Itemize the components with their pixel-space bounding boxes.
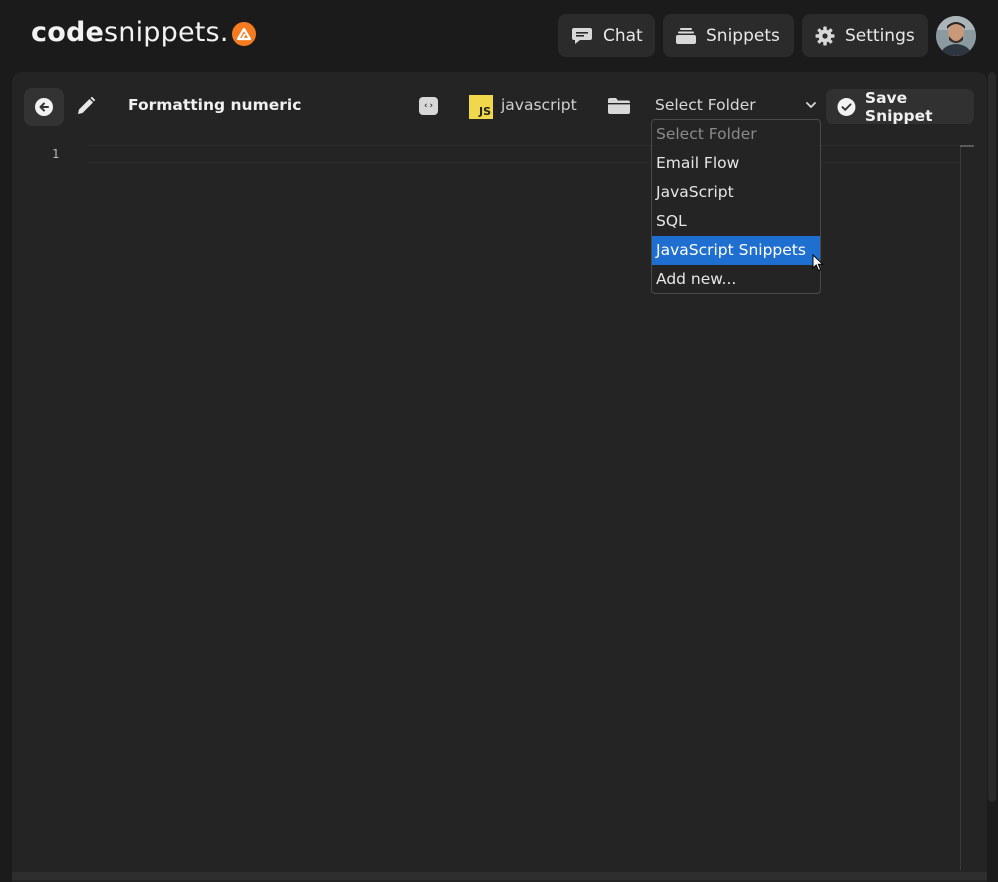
chat-icon	[572, 27, 592, 44]
avatar[interactable]	[936, 16, 976, 56]
folder-dropdown-list: Select Folder Email Flow JavaScript SQL …	[651, 119, 821, 294]
folder-option[interactable]: Email Flow	[652, 149, 820, 178]
top-bar: code snippets. Chat Snippets Settings	[0, 0, 998, 72]
settings-label: Settings	[845, 25, 915, 46]
gear-icon	[815, 26, 835, 45]
folder-icon	[608, 98, 630, 114]
triangle-logo-icon	[231, 21, 256, 46]
folder-option-add-new[interactable]: Add new...	[652, 265, 820, 293]
logo-text-thin: snippets.	[104, 17, 229, 48]
folder-select-value: Select Folder	[655, 96, 756, 114]
vertical-scrollbar[interactable]	[988, 72, 996, 802]
snippet-title-input[interactable]: Formatting numeric valu	[128, 96, 304, 114]
logo-text-bold: code	[31, 17, 104, 48]
snippets-button[interactable]: Snippets	[663, 14, 794, 57]
pencil-icon[interactable]	[76, 96, 96, 116]
horizontal-scrollbar[interactable]	[12, 872, 987, 880]
code-icon[interactable]: ‹›	[419, 97, 438, 115]
arrow-left-icon	[35, 98, 53, 116]
chat-button[interactable]: Chat	[558, 14, 655, 57]
save-snippet-label: Save Snippet	[864, 88, 933, 125]
folder-option[interactable]: SQL	[652, 207, 820, 236]
folder-select[interactable]: Select Folder	[655, 96, 819, 114]
minimap-slider[interactable]	[960, 145, 974, 147]
chevron-down-icon	[806, 102, 816, 109]
stack-icon	[676, 27, 696, 44]
folder-option-highlighted[interactable]: JavaScript Snippets	[652, 236, 820, 265]
folder-option-placeholder[interactable]: Select Folder	[652, 120, 820, 149]
mouse-pointer-icon	[812, 254, 824, 272]
javascript-language-icon: JS	[469, 95, 493, 119]
language-label[interactable]: javascript	[501, 96, 577, 114]
snippets-label: Snippets	[706, 25, 780, 46]
check-circle-icon	[837, 97, 856, 116]
folder-option[interactable]: JavaScript	[652, 178, 820, 207]
editor-panel	[12, 72, 987, 882]
line-number: 1	[52, 147, 60, 161]
chat-label: Chat	[603, 25, 643, 46]
minimap-border	[960, 145, 961, 870]
settings-button[interactable]: Settings	[802, 14, 928, 57]
code-editor-line[interactable]	[88, 145, 960, 163]
app-logo[interactable]: code snippets.	[31, 17, 256, 48]
save-snippet-button[interactable]: Save Snippet	[826, 88, 974, 125]
back-button[interactable]	[24, 88, 64, 126]
